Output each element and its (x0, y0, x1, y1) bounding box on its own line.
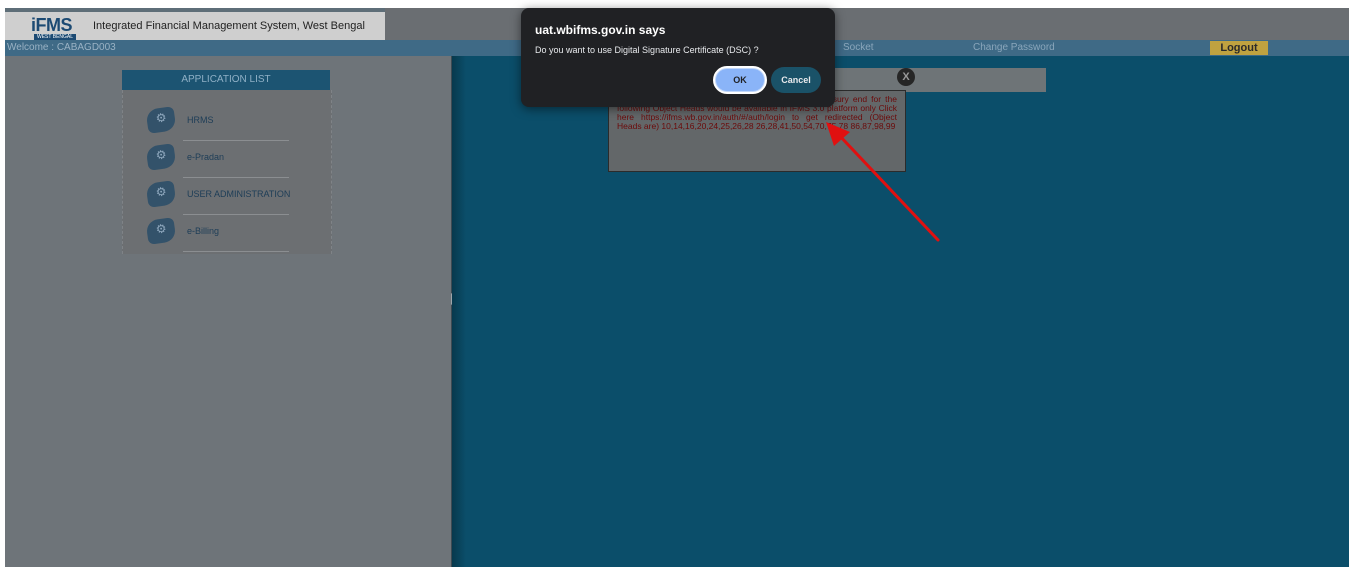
divider (183, 140, 289, 141)
application-list: HRMS e-Pradan USER ADMINISTRATION e-Bill… (122, 90, 332, 254)
cancel-button[interactable]: Cancel (771, 67, 821, 93)
divider (183, 177, 289, 178)
app-item-label[interactable]: USER ADMINISTRATION (187, 189, 290, 199)
ifms-logo: iFMS WEST BENGAL (31, 15, 87, 40)
app-item-e-pradan[interactable]: e-Pradan (141, 143, 321, 178)
divider (183, 214, 289, 215)
application-list-title: APPLICATION LIST (122, 70, 330, 90)
app-item-label[interactable]: e-Pradan (187, 152, 224, 162)
logout-button[interactable]: Logout (1210, 41, 1268, 55)
app-item-hrms[interactable]: HRMS (141, 106, 321, 141)
gear-icon (145, 143, 177, 171)
welcome-text: Welcome : CABAGD003 (7, 42, 116, 53)
notice-close-button[interactable]: X (897, 68, 915, 86)
dialog-message: Do you want to use Digital Signature Cer… (535, 45, 759, 55)
gear-icon (145, 180, 177, 208)
app-title: Integrated Financial Management System, … (93, 20, 365, 32)
gear-icon (145, 217, 177, 245)
gear-icon (145, 106, 177, 134)
header-strip (5, 8, 385, 12)
app-item-label[interactable]: e-Billing (187, 226, 219, 236)
change-password-link[interactable]: Change Password (973, 42, 1055, 53)
app-header: iFMS WEST BENGAL Integrated Financial Ma… (5, 8, 385, 41)
notice-header-bar (830, 68, 1046, 92)
app-item-e-billing[interactable]: e-Billing (141, 217, 321, 252)
app-item-label[interactable]: HRMS (187, 115, 214, 125)
logo-text: iFMS (31, 15, 73, 35)
app-item-user-administration[interactable]: USER ADMINISTRATION (141, 180, 321, 215)
divider (183, 251, 289, 252)
annotation-arrow-icon (826, 122, 940, 242)
socket-link[interactable]: Socket (843, 42, 874, 53)
dialog-title: uat.wbifms.gov.in says (535, 23, 666, 37)
ok-button[interactable]: OK (713, 66, 767, 94)
confirm-dialog: uat.wbifms.gov.in says Do you want to us… (521, 8, 835, 107)
